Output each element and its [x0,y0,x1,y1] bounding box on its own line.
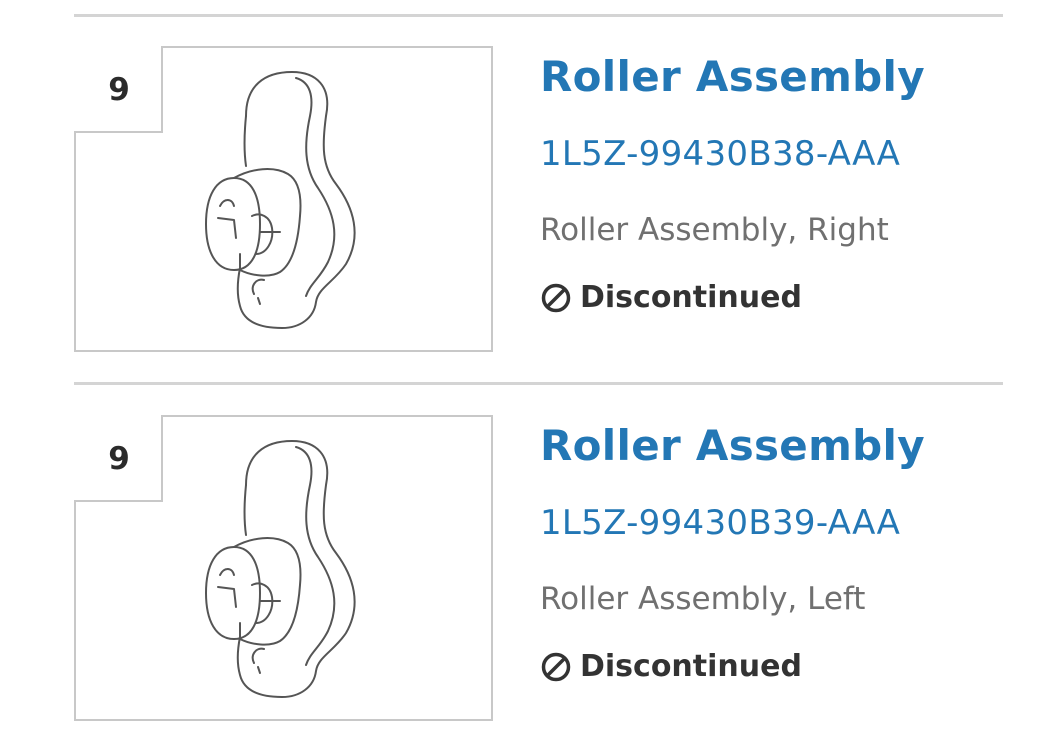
status-badge: Discontinued [540,649,802,684]
ban-icon [541,652,571,681]
part-thumbnail[interactable]: 9 [74,46,494,352]
part-title-link[interactable]: Roller Assembly [540,421,925,470]
divider-middle [74,382,1003,385]
reference-number: 9 [108,441,130,477]
part-number-link[interactable]: 1L5Z-99430B39-AAA [540,503,900,543]
part-number-link[interactable]: 1L5Z-99430B38-AAA [540,134,900,174]
part-title-link[interactable]: Roller Assembly [540,52,925,101]
part-card: 9 Roller Assembly 1L5Z-99430B39-AAA Roll… [74,415,1003,721]
reference-number: 9 [108,72,130,108]
part-card: 9 Roller Assembly 1L5Z-99430B38-AAA Roll… [74,46,1003,352]
roller-assembly-diagram-icon [205,71,356,329]
part-thumbnail[interactable]: 9 [74,415,494,721]
part-description: Roller Assembly, Right [540,212,889,248]
status-label: Discontinued [580,649,802,684]
ban-icon [541,283,571,312]
part-description: Roller Assembly, Left [540,581,866,617]
divider-top [74,14,1003,17]
status-badge: Discontinued [540,280,802,315]
status-label: Discontinued [580,280,802,315]
roller-assembly-diagram-icon [205,440,356,698]
